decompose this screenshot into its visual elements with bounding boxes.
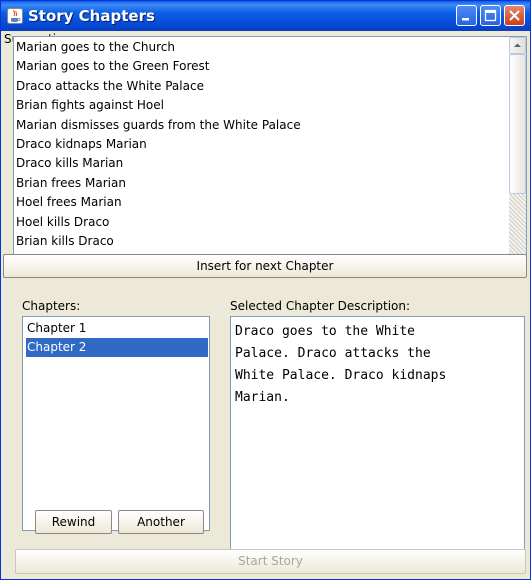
suggestion-item[interactable]: Draco kills Marian bbox=[16, 154, 123, 173]
chapter-item[interactable]: Chapter 1 bbox=[26, 319, 208, 338]
suggestion-item[interactable]: Hoel kills Draco bbox=[16, 213, 109, 232]
scroll-thumb[interactable] bbox=[509, 54, 526, 194]
another-button[interactable]: Another bbox=[118, 510, 204, 534]
suggestion-item[interactable]: Hoel frees Marian bbox=[16, 193, 122, 212]
arrow-up-icon bbox=[514, 43, 521, 47]
suggestion-item[interactable]: Draco kidnaps Marian bbox=[16, 135, 147, 154]
suggestion-item[interactable]: Brian frees Marian bbox=[16, 174, 126, 193]
title-bar[interactable]: Story Chapters bbox=[1, 1, 530, 31]
maximize-button[interactable] bbox=[480, 5, 501, 26]
close-icon bbox=[509, 10, 520, 21]
description-textarea[interactable]: Draco goes to the White Palace. Draco at… bbox=[230, 316, 525, 572]
rewind-button[interactable]: Rewind bbox=[35, 510, 112, 534]
java-app-icon bbox=[7, 8, 23, 24]
minimize-icon bbox=[462, 18, 469, 21]
suggestion-item[interactable]: Marian dismisses guards from the White P… bbox=[16, 116, 301, 135]
maximize-icon bbox=[484, 9, 497, 22]
chapter-item[interactable]: Chapter 2 bbox=[26, 338, 208, 357]
suggestion-item[interactable]: Brian fights against Hoel bbox=[16, 96, 164, 115]
scroll-track[interactable] bbox=[509, 194, 526, 258]
client-area: Suggestions: Marian goes to the ChurchMa… bbox=[1, 31, 530, 579]
scroll-up-button[interactable] bbox=[509, 37, 526, 54]
insert-chapter-button[interactable]: Insert for next Chapter bbox=[3, 254, 527, 278]
suggestions-list[interactable]: Marian goes to the Church Marian goes to … bbox=[13, 36, 527, 276]
description-label: Selected Chapter Description: bbox=[230, 299, 411, 313]
story-chapters-window: Story Chapters Suggestions: Marian goes … bbox=[0, 0, 531, 580]
description-text: Draco goes to the White Palace. Draco at… bbox=[235, 324, 447, 405]
chapters-label: Chapters: bbox=[22, 299, 81, 313]
suggestion-item[interactable]: Draco attacks the White Palace bbox=[16, 77, 204, 96]
window-title: Story Chapters bbox=[28, 7, 155, 25]
minimize-button[interactable] bbox=[456, 5, 477, 26]
suggestion-item[interactable]: Marian goes to the Green Forest bbox=[16, 57, 210, 76]
suggestions-scrollbar[interactable] bbox=[509, 37, 526, 275]
chapters-list[interactable]: Chapter 1 Chapter 2 bbox=[22, 316, 210, 531]
close-button[interactable] bbox=[504, 5, 525, 26]
start-story-button[interactable]: Start Story bbox=[15, 549, 526, 574]
suggestion-item[interactable]: Brian kills Draco bbox=[16, 232, 114, 251]
suggestion-item[interactable]: Marian goes to the Church bbox=[16, 38, 175, 57]
